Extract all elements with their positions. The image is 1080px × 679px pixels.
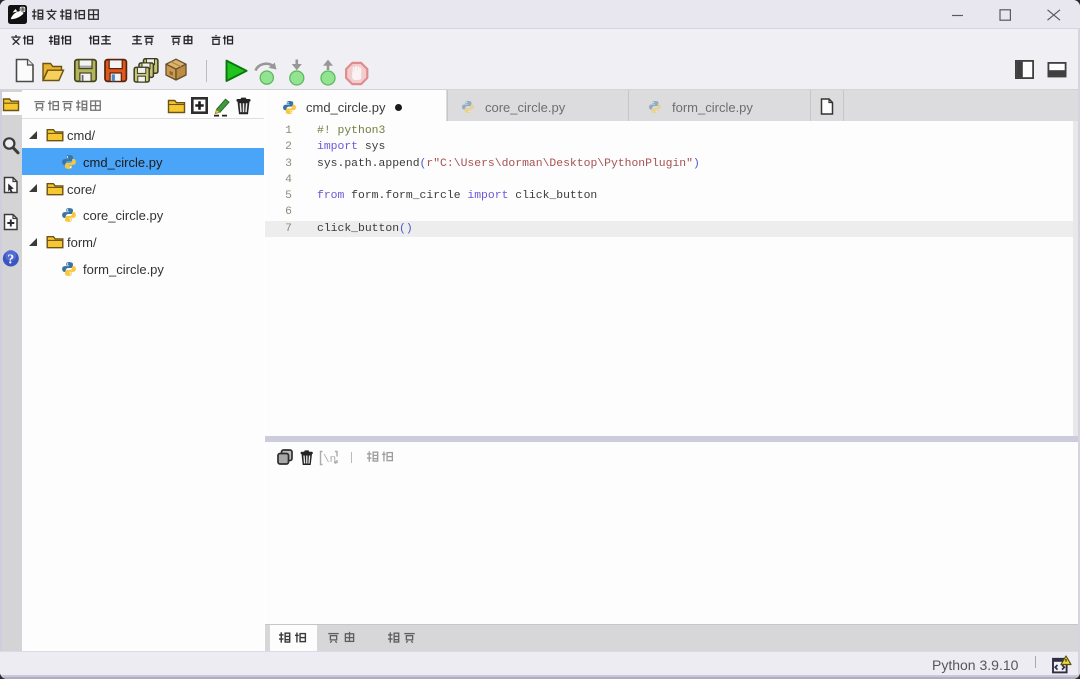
svg-text:\n: \n — [323, 454, 336, 466]
svg-text:?: ? — [7, 252, 14, 267]
svg-text:B: B — [21, 7, 24, 12]
